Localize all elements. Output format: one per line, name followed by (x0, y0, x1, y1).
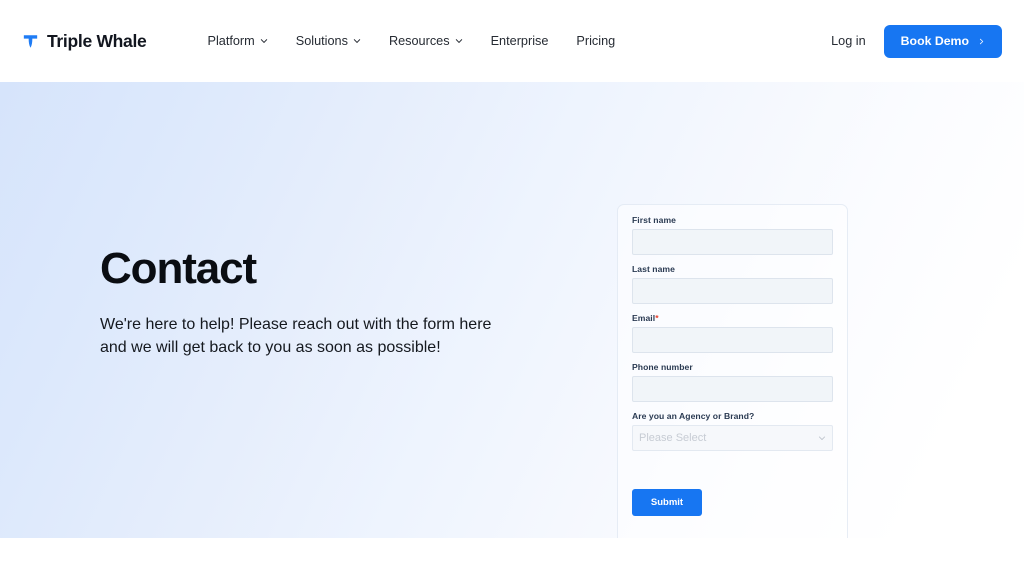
agency-or-brand-select[interactable]: Please Select (632, 425, 833, 451)
page-title: Contact (100, 244, 257, 293)
triple-whale-logo-icon (23, 34, 38, 48)
hero-copy: Contact We're here to help! Please reach… (100, 247, 520, 359)
first-name-input[interactable] (632, 229, 833, 255)
nav-item-pricing[interactable]: Pricing (562, 28, 629, 54)
nav-item-label: Pricing (576, 34, 616, 48)
brand-logo[interactable]: Triple Whale (22, 30, 147, 52)
hero-subtitle: We're here to help! Please reach out wit… (100, 316, 492, 357)
nav-item-label: Resources (388, 34, 450, 48)
contact-page: Triple Whale Platform Solutions Resource… (0, 0, 1024, 576)
field-first-name: First name (632, 215, 833, 255)
field-email: Email* (632, 313, 833, 353)
chevron-down-icon (455, 37, 463, 45)
chevron-down-icon (260, 37, 268, 45)
last-name-input[interactable] (632, 278, 833, 304)
nav-item-label: Enterprise (490, 34, 549, 48)
chevron-right-icon (979, 38, 984, 44)
nav-item-label: Solutions (295, 34, 348, 48)
submit-wrap: Submit (632, 489, 833, 516)
header-actions: Log in Book Demo (831, 24, 1002, 58)
field-last-name: Last name (632, 264, 833, 304)
book-demo-label: Book Demo (900, 34, 969, 48)
field-phone-number: Phone number (632, 362, 833, 402)
agency-or-brand-select-wrap: Please Select (632, 425, 833, 451)
phone-number-input[interactable] (632, 376, 833, 402)
first-name-label: First name (632, 215, 676, 225)
brand-name: Triple Whale (47, 30, 147, 51)
email-label: Email* (632, 313, 833, 323)
nav-item-resources[interactable]: Resources (375, 28, 477, 54)
nav-item-label: Platform (207, 34, 255, 48)
submit-button[interactable]: Submit (632, 489, 702, 516)
hero-section: Contact We're here to help! Please reach… (0, 82, 1024, 538)
page-bottom-area (0, 538, 1024, 576)
nav-item-enterprise[interactable]: Enterprise (477, 28, 563, 54)
chevron-down-icon (353, 37, 361, 45)
required-marker: * (655, 313, 659, 323)
nav-item-platform[interactable]: Platform (193, 28, 281, 54)
book-demo-button[interactable]: Book Demo (883, 24, 1002, 58)
phone-number-label: Phone number (632, 362, 693, 372)
email-label-text: Email (632, 313, 656, 323)
nav-item-solutions[interactable]: Solutions (282, 28, 375, 54)
site-header: Triple Whale Platform Solutions Resource… (0, 0, 1024, 82)
last-name-label: Last name (632, 264, 675, 274)
contact-form: First name Last name Email* Phone number… (617, 204, 848, 538)
agency-or-brand-label: Are you an Agency or Brand? (632, 411, 755, 421)
main-nav: Platform Solutions Resources Enterprise (193, 28, 629, 54)
field-agency-or-brand: Are you an Agency or Brand? Please Selec… (632, 411, 833, 451)
email-input[interactable] (632, 327, 833, 353)
login-link[interactable]: Log in (831, 34, 866, 48)
